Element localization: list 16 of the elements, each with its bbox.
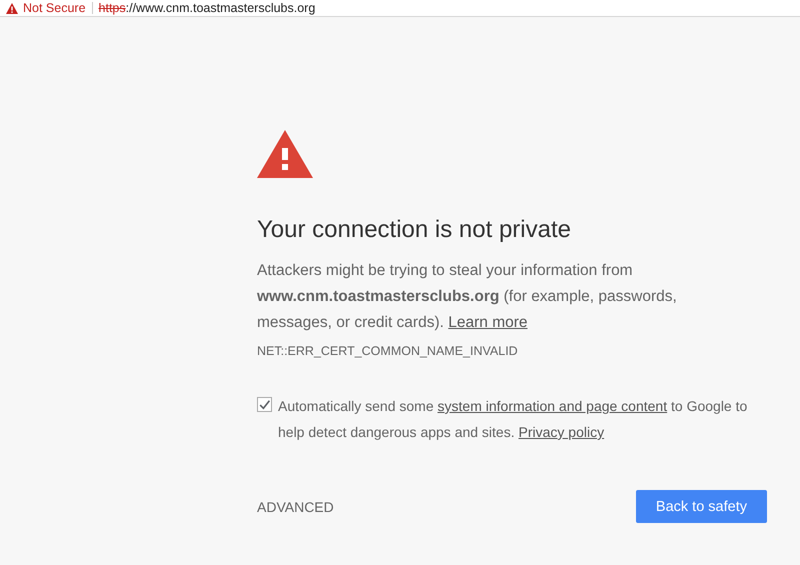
consent-link[interactable]: system information and page content bbox=[438, 398, 668, 414]
consent-link[interactable]: Privacy policy bbox=[518, 424, 604, 440]
url-scheme: https bbox=[98, 1, 126, 15]
advanced-button[interactable]: ADVANCED bbox=[257, 498, 334, 514]
consent-text: Automatically send some system information and page content to Google to help detect dangerous apps and sites. Privacy policy bbox=[278, 397, 748, 442]
error-message: Attackers might be trying to steal your information from www.cnm.toastmastersclubs.org (for example, passwords, messages, or credit cards). Learn more bbox=[257, 261, 678, 333]
warning-icon bbox=[6, 2, 18, 14]
url-text: ://www.cnm.toastmastersclubs.org bbox=[126, 1, 316, 15]
warning-icon bbox=[257, 130, 313, 178]
address-bar[interactable]: Not Secure https://www.cnm.toastmastersclubs.org bbox=[0, 0, 800, 17]
security-label[interactable]: Not Secure bbox=[23, 1, 86, 15]
learn-more-link[interactable]: Learn more bbox=[448, 314, 528, 331]
error-code: NET::ERR_CERT_COMMON_NAME_INVALID bbox=[257, 344, 519, 358]
page-heading: Your connection is not private bbox=[257, 216, 572, 244]
checkbox[interactable] bbox=[257, 397, 272, 412]
back-to-safety-button[interactable]: Back to safety bbox=[636, 490, 767, 523]
